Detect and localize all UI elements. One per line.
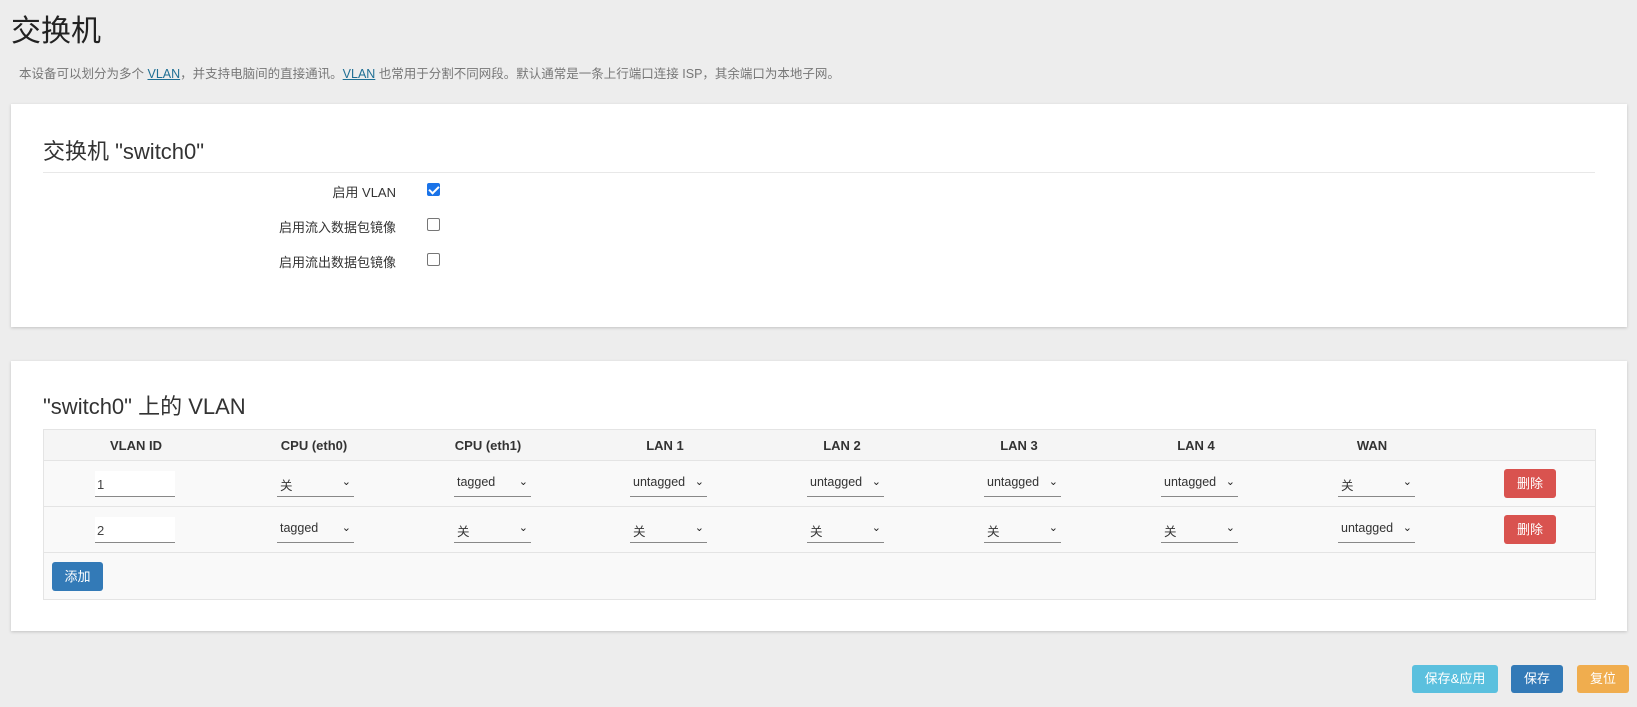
chevron-down-icon: ⌄ (694, 476, 704, 488)
col-header: CPU (eth0) (280, 438, 348, 453)
chevron-down-icon: ⌄ (518, 476, 528, 488)
select-value: 关 (280, 479, 293, 493)
add-vlan-button[interactable]: 添加 (52, 562, 103, 591)
switch-panel-title: 交换机 "switch0" (43, 139, 205, 164)
col-header: VLAN ID (110, 438, 162, 453)
port-select[interactable]: 关 ⌄ (630, 518, 707, 543)
col-header: LAN 1 (646, 438, 684, 453)
vlan-id-input[interactable] (95, 471, 175, 497)
table-row: 关⌄ tagged⌄ untagged⌄ untagged⌄ untagged⌄… (44, 461, 1595, 507)
divider (43, 172, 1595, 173)
chevron-down-icon: ⌄ (1048, 476, 1058, 488)
vlan-id-input[interactable] (95, 517, 175, 543)
reset-button[interactable]: 复位 (1577, 665, 1629, 693)
chevron-down-icon: ⌄ (1225, 476, 1235, 488)
vlan-panel-title: "switch0" 上的 VLAN (43, 394, 246, 419)
port-select[interactable]: 关 ⌄ (277, 472, 354, 497)
page-description: 本设备可以划分为多个 VLAN，并支持电脑间的直接通讯。VLAN 也常用于分割不… (19, 63, 840, 82)
select-value: untagged (1341, 521, 1394, 535)
ingress-mirror-checkbox[interactable] (427, 218, 440, 231)
port-select[interactable]: 关 ⌄ (1338, 472, 1415, 497)
delete-vlan-button[interactable]: 删除 (1504, 515, 1556, 544)
egress-mirror-checkbox[interactable] (427, 253, 440, 266)
select-value: 关 (1341, 479, 1354, 493)
select-value: 关 (1164, 525, 1177, 539)
chevron-down-icon: ⌄ (1048, 522, 1058, 534)
chevron-down-icon: ⌄ (1225, 522, 1235, 534)
select-value: 关 (810, 525, 823, 539)
select-value: 关 (987, 525, 1000, 539)
port-select[interactable]: untagged ⌄ (984, 472, 1061, 497)
select-value: 关 (457, 525, 470, 539)
desc-text-3: 也常用于分割不同网段。默认通常是一条上行端口连接 ISP，其余端口为本地子网。 (375, 67, 840, 81)
port-select[interactable]: 关 ⌄ (454, 518, 531, 543)
select-value: 关 (633, 525, 646, 539)
port-select[interactable]: 关 ⌄ (1161, 518, 1238, 543)
option-enable-vlan: 启用 VLAN (11, 180, 511, 200)
option-label: 启用流入数据包镜像 (278, 220, 396, 235)
port-select[interactable]: tagged ⌄ (277, 518, 354, 543)
select-value: untagged (633, 475, 686, 489)
table-header: VLAN ID CPU (eth0) CPU (eth1) LAN 1 LAN … (44, 430, 1595, 461)
vlan-table: VLAN ID CPU (eth0) CPU (eth1) LAN 1 LAN … (43, 429, 1596, 600)
chevron-down-icon: ⌄ (341, 522, 351, 534)
vlan-link-1[interactable]: VLAN (147, 67, 180, 81)
page-title: 交换机 (11, 15, 101, 48)
desc-text-2: ，并支持电脑间的直接通讯。 (180, 67, 343, 81)
chevron-down-icon: ⌄ (871, 522, 881, 534)
enable-vlan-checkbox[interactable] (427, 183, 440, 196)
select-value: tagged (457, 475, 496, 489)
port-select[interactable]: 关 ⌄ (984, 518, 1061, 543)
option-ingress-mirror: 启用流入数据包镜像 (11, 215, 511, 235)
table-row: tagged⌄ 关⌄ 关⌄ 关⌄ 关⌄ 关⌄ untagged⌄ 删除 (44, 507, 1595, 553)
chevron-down-icon: ⌄ (1402, 522, 1412, 534)
col-header: LAN 2 (823, 438, 861, 453)
port-select[interactable]: untagged ⌄ (630, 472, 707, 497)
col-header: LAN 4 (1177, 438, 1215, 453)
save-apply-button[interactable]: 保存&应用 (1412, 665, 1498, 693)
delete-vlan-button[interactable]: 删除 (1504, 469, 1556, 498)
port-select[interactable]: tagged ⌄ (454, 472, 531, 497)
port-select[interactable]: 关 ⌄ (807, 518, 884, 543)
option-label: 启用 VLAN (332, 185, 396, 200)
port-select[interactable]: untagged ⌄ (807, 472, 884, 497)
select-value: untagged (987, 475, 1040, 489)
col-header: WAN (1356, 438, 1388, 453)
chevron-down-icon: ⌄ (871, 476, 881, 488)
vlan-panel: "switch0" 上的 VLAN VLAN ID CPU (eth0) CPU… (11, 361, 1627, 631)
chevron-down-icon: ⌄ (694, 522, 704, 534)
option-egress-mirror: 启用流出数据包镜像 (11, 250, 511, 270)
switch-panel: 交换机 "switch0" 启用 VLAN 启用流入数据包镜像 启用流出数据包镜… (11, 104, 1627, 327)
save-button[interactable]: 保存 (1511, 665, 1563, 693)
port-select[interactable]: untagged ⌄ (1161, 472, 1238, 497)
select-value: untagged (810, 475, 863, 489)
col-header: LAN 3 (1000, 438, 1038, 453)
table-footer: 添加 (44, 553, 1595, 599)
select-value: untagged (1164, 475, 1217, 489)
option-label: 启用流出数据包镜像 (278, 255, 396, 270)
chevron-down-icon: ⌄ (518, 522, 528, 534)
vlan-link-2[interactable]: VLAN (343, 67, 376, 81)
select-value: tagged (280, 521, 319, 535)
chevron-down-icon: ⌄ (341, 476, 351, 488)
chevron-down-icon: ⌄ (1402, 476, 1412, 488)
col-header: CPU (eth1) (454, 438, 522, 453)
desc-text-1: 本设备可以划分为多个 (19, 67, 148, 81)
port-select[interactable]: untagged ⌄ (1338, 518, 1415, 543)
